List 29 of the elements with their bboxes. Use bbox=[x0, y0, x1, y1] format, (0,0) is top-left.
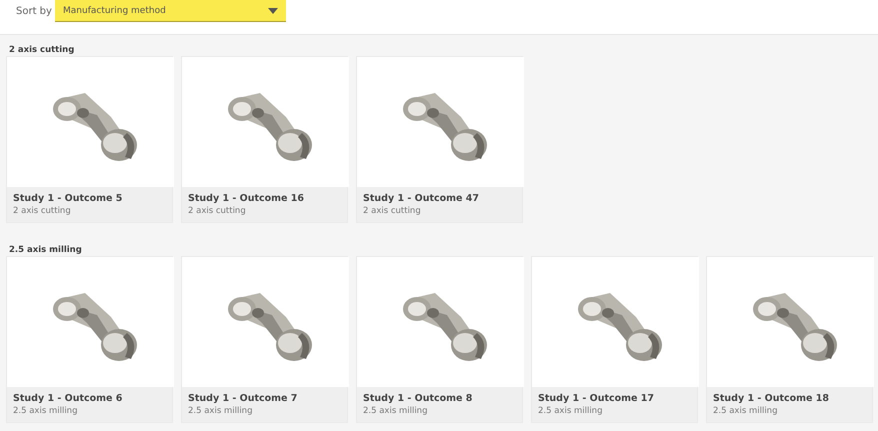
card-subtitle: 2.5 axis milling bbox=[363, 406, 428, 416]
card-subtitle: 2.5 axis milling bbox=[13, 406, 78, 416]
outcome-card[interactable]: Study 1 - Outcome 17 2.5 axis milling bbox=[531, 256, 698, 423]
card-title: Study 1 - Outcome 47 bbox=[363, 193, 480, 204]
card-title: Study 1 - Outcome 17 bbox=[538, 393, 656, 404]
card-title: Study 1 - Outcome 6 bbox=[13, 393, 124, 404]
group-heading: 2 axis cutting bbox=[8, 44, 76, 56]
sort-dropdown[interactable]: Manufacturing method bbox=[55, 0, 286, 22]
outcome-card[interactable]: Study 1 - Outcome 7 2.5 axis milling bbox=[181, 256, 348, 423]
card-title: Study 1 - Outcome 16 bbox=[188, 193, 306, 204]
card-subtitle: 2.5 axis milling bbox=[713, 406, 778, 416]
card-title: Study 1 - Outcome 8 bbox=[363, 393, 474, 404]
card-title: Study 1 - Outcome 18 bbox=[713, 393, 830, 404]
outcome-card[interactable]: Study 1 - Outcome 6 2.5 axis milling bbox=[6, 256, 173, 423]
group-heading: 2.5 axis milling bbox=[8, 244, 83, 256]
card-subtitle: 2 axis cutting bbox=[363, 206, 422, 216]
card-subtitle: 2.5 axis milling bbox=[538, 406, 604, 416]
outcome-card[interactable]: Study 1 - Outcome 47 2 axis cutting bbox=[356, 56, 523, 223]
sort-label: Sort by bbox=[16, 6, 53, 17]
card-title: Study 1 - Outcome 5 bbox=[13, 193, 124, 204]
caret-icon bbox=[268, 8, 278, 14]
outcome-card[interactable]: Study 1 - Outcome 16 2 axis cutting bbox=[181, 56, 348, 223]
card-title: Study 1 - Outcome 7 bbox=[188, 393, 298, 404]
card-subtitle: 2 axis cutting bbox=[13, 206, 72, 216]
card-subtitle: 2 axis cutting bbox=[188, 206, 247, 216]
card-subtitle: 2.5 axis milling bbox=[188, 406, 254, 416]
outcome-card[interactable]: Study 1 - Outcome 5 2 axis cutting bbox=[6, 56, 173, 223]
outcome-card[interactable]: Study 1 - Outcome 18 2.5 axis milling bbox=[706, 256, 873, 423]
outcome-card[interactable]: Study 1 - Outcome 8 2.5 axis milling bbox=[356, 256, 523, 423]
